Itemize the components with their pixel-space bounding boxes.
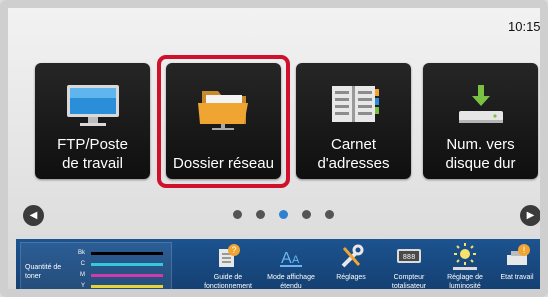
side-panel-tab[interactable]: ◀ — [540, 30, 548, 52]
page-dot[interactable] — [233, 210, 242, 219]
monitor-icon — [35, 81, 150, 129]
job-status-label: Etat travail — [500, 274, 534, 281]
toner-row-y: Y — [75, 282, 171, 289]
job-status-icon: ! — [486, 241, 540, 271]
tile-carnet-dadresses[interactable]: Carnet d'adresses — [296, 63, 411, 179]
selection-highlight — [157, 55, 290, 188]
toner-row-m: M — [75, 271, 171, 279]
tile-ftp-poste-de-travail[interactable]: FTP/Poste de travail — [35, 63, 150, 179]
counter-label: Compteur totalisateur — [391, 274, 427, 290]
download-to-disk-icon — [423, 81, 538, 129]
page-dot[interactable] — [302, 210, 311, 219]
toner-row-c: C — [75, 260, 171, 268]
bottom-toolbar: Quantité de toner Bk C M Y ? Guide de fo… — [16, 239, 540, 290]
page-dot[interactable] — [325, 210, 334, 219]
counter-button[interactable]: 888 Compteur totalisateur — [378, 239, 440, 290]
svg-text:!: ! — [523, 245, 526, 255]
extended-display-label: Mode affichage étendu — [267, 274, 315, 290]
guide-button[interactable]: ? Guide de fonctionnement — [197, 239, 259, 290]
chevron-right-icon: ▶ — [526, 210, 535, 221]
svg-text:888: 888 — [403, 254, 416, 262]
tile-label: FTP/Poste de travail — [57, 136, 128, 172]
touch-panel-screen: 10:15 ◀ FTP/Postede travail — [0, 0, 548, 297]
settings-label: Réglages — [336, 274, 366, 281]
address-book-icon — [296, 81, 411, 129]
toner-title: Quantité de toner — [25, 264, 62, 280]
page-indicator — [233, 210, 334, 219]
extended-display-button[interactable]: A A Mode affichage étendu — [260, 239, 322, 290]
guide-icon: ? — [197, 241, 259, 271]
settings-button[interactable]: Réglages — [320, 239, 382, 289]
next-page-button[interactable]: ▶ — [520, 205, 540, 226]
job-status-button[interactable]: ! Etat travail — [486, 239, 540, 289]
clock: 10:15 — [508, 19, 541, 34]
previous-page-button[interactable]: ◀ — [23, 205, 44, 226]
tile-label: Num. vers disque dur — [445, 136, 516, 172]
page-dot[interactable] — [256, 210, 265, 219]
guide-label: Guide de fonctionnement — [204, 274, 252, 290]
page-dot-active[interactable] — [279, 210, 288, 219]
tile-label: Carnet d'adresses — [317, 136, 390, 172]
svg-text:?: ? — [231, 245, 236, 255]
toner-row-bk: Bk — [75, 249, 171, 257]
tile-num-vers-disque-dur[interactable]: Num. vers disque dur — [423, 63, 538, 179]
svg-text:A: A — [292, 254, 300, 266]
toner-level-panel: Quantité de toner Bk C M Y — [20, 242, 172, 289]
settings-tools-icon — [320, 241, 382, 271]
chevron-left-icon: ◀ — [29, 210, 38, 221]
text-size-icon: A A — [260, 241, 322, 271]
svg-text:A: A — [281, 250, 292, 267]
counter-icon: 888 — [378, 241, 440, 271]
